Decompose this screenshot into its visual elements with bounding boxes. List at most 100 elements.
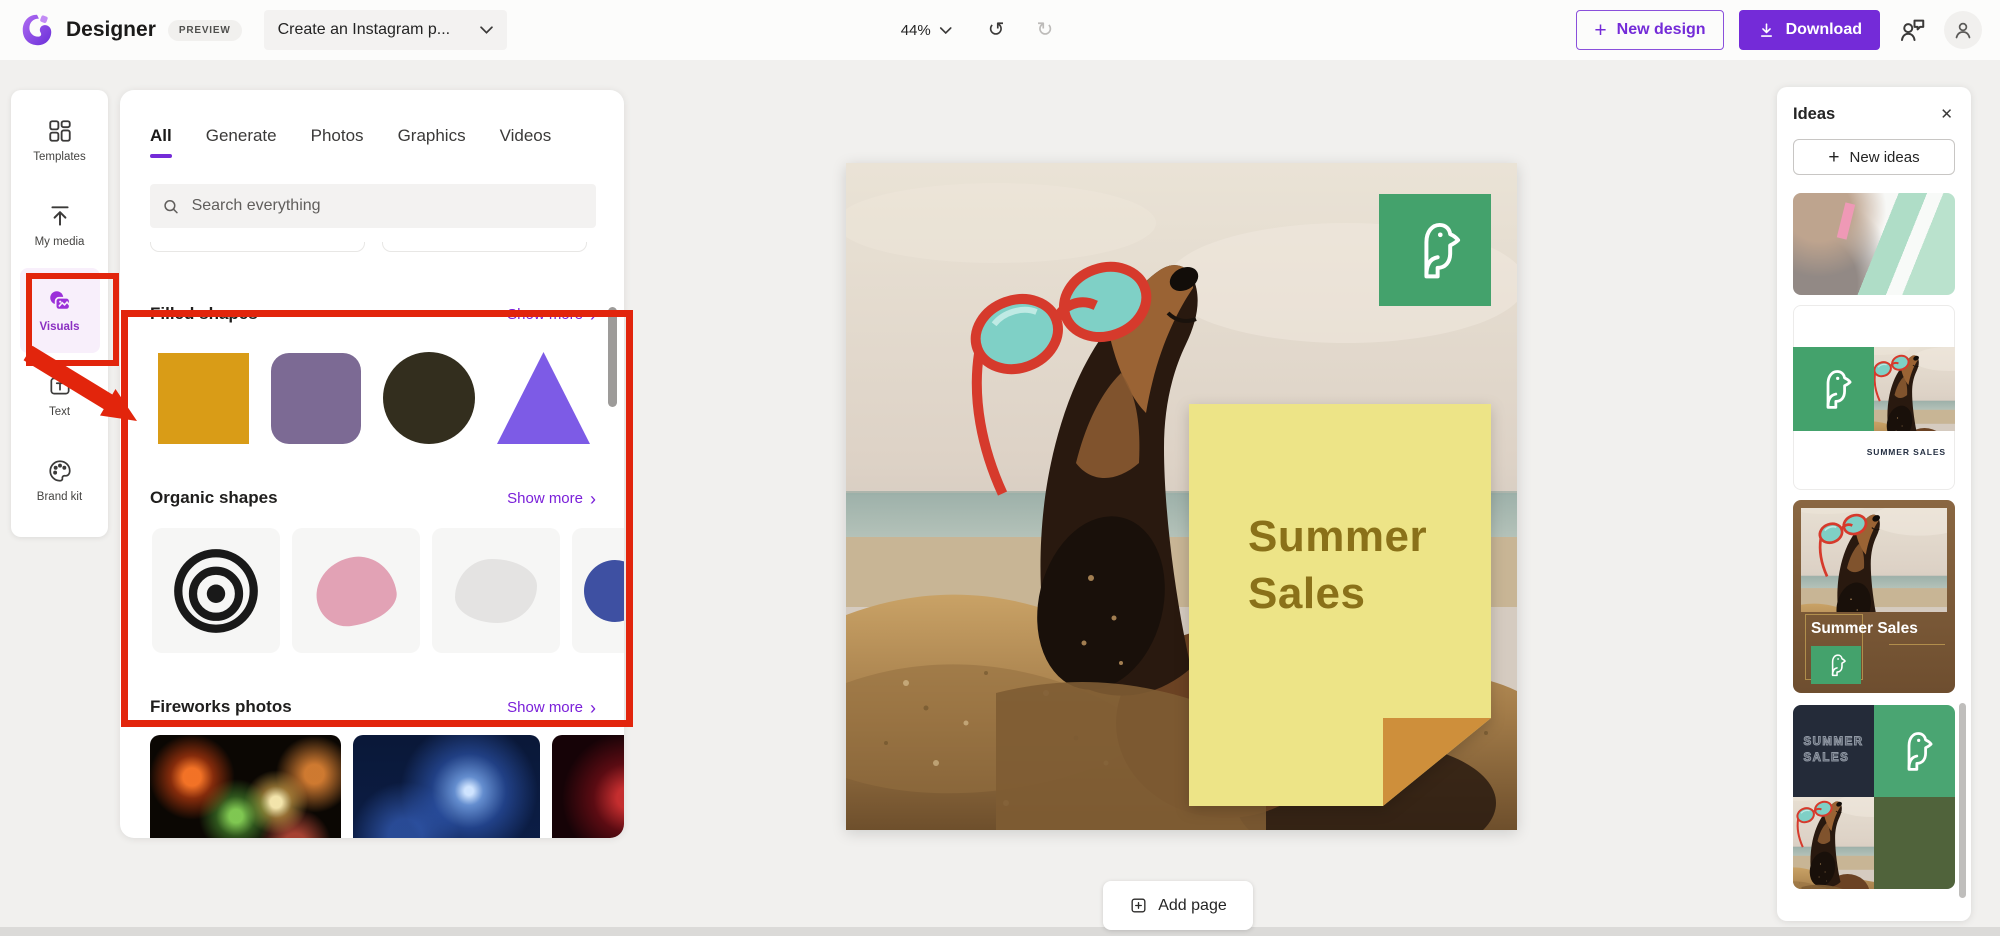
pink-stripe <box>1837 202 1855 239</box>
close-button[interactable]: ✕ <box>1938 103 1955 125</box>
note-line-2: Sales <box>1248 565 1427 622</box>
concentric-circles-shape <box>170 545 262 637</box>
templates-icon <box>47 118 73 144</box>
add-page-button[interactable]: Add page <box>1103 881 1253 930</box>
show-more-fireworks[interactable]: Show more › <box>507 699 596 717</box>
search-input[interactable] <box>190 196 584 216</box>
sidebar-item-brand-kit[interactable]: Brand kit <box>20 438 100 523</box>
tab-generate[interactable]: Generate <box>206 126 277 158</box>
organic-shape-pink-blob[interactable] <box>292 528 420 653</box>
close-icon: ✕ <box>1940 106 1953 123</box>
sidebar-item-label: Visuals <box>39 321 79 333</box>
organic-shapes-row <box>152 528 624 653</box>
idea2-caption: SUMMER SALES <box>1793 447 1955 457</box>
show-more-label: Show more <box>507 306 583 323</box>
idea-thumbnail-3[interactable]: Summer Sales <box>1793 500 1955 693</box>
undo-icon: ↺ <box>988 19 1005 41</box>
idea4-dog-photo-quad <box>1793 797 1874 889</box>
fireworks-row <box>150 735 624 838</box>
gold-rule-line <box>1889 644 1945 645</box>
zoom-dropdown[interactable]: 44% <box>895 21 958 40</box>
idea4-caption: SUMMER SALES <box>1803 735 1863 766</box>
section-title: Filled shapes <box>150 304 258 324</box>
tab-all[interactable]: All <box>150 126 172 158</box>
undo-button[interactable]: ↺ <box>986 18 1007 42</box>
idea3-logo-chip <box>1811 646 1861 684</box>
note-line-1: Summer <box>1248 508 1427 565</box>
person-icon <box>1951 18 1975 42</box>
sticky-note-fold <box>1383 718 1491 806</box>
sidebar-item-visuals[interactable]: Visuals <box>20 268 100 353</box>
download-icon <box>1757 21 1776 40</box>
fireworks-photo-2[interactable] <box>353 735 540 838</box>
pink-blob-shape <box>312 551 401 629</box>
redo-button[interactable]: ↻ <box>1035 18 1056 42</box>
fireworks-photo-1[interactable] <box>150 735 341 838</box>
share-contacts-icon <box>1897 15 1927 45</box>
section-header-organic-shapes: Organic shapes Show more › <box>150 488 596 508</box>
bird-logo-icon <box>1823 652 1849 678</box>
idea4-caption-line2: SALES <box>1803 751 1863 767</box>
idea-thumbnail-2[interactable]: SUMMER SALES <box>1793 305 1955 490</box>
section-header-filled-shapes: Filled shapes Show more › <box>150 304 596 324</box>
app-title: Designer <box>66 18 156 42</box>
ideas-header: Ideas ✕ <box>1793 103 1955 125</box>
redo-icon: ↻ <box>1037 19 1054 41</box>
idea2-band <box>1793 347 1955 431</box>
sidebar-item-text[interactable]: Text <box>20 353 100 438</box>
tab-graphics[interactable]: Graphics <box>398 126 466 158</box>
bird-logo-icon <box>1811 366 1857 412</box>
section-header-fireworks: Fireworks photos Show more › <box>150 697 596 717</box>
new-ideas-button[interactable]: + New ideas <box>1793 139 1955 175</box>
fireworks-photo-3[interactable] <box>552 735 624 838</box>
organic-shape-blue-partial[interactable] <box>572 528 624 653</box>
idea3-caption: Summer Sales <box>1811 620 1918 638</box>
left-rail: Templates My media Visuals Text Brand ki… <box>11 90 108 537</box>
ideas-title: Ideas <box>1793 105 1835 124</box>
chevron-down-icon <box>940 27 952 34</box>
show-more-label: Show more <box>507 490 583 507</box>
section-title: Fireworks photos <box>150 697 292 717</box>
ideas-scrollbar[interactable] <box>1959 703 1966 898</box>
scrolled-card-remnants <box>150 242 624 252</box>
bird-logo-icon <box>1892 728 1938 774</box>
shape-purple-triangle[interactable] <box>497 352 590 444</box>
shape-dark-circle[interactable] <box>383 352 475 444</box>
sidebar-item-my-media[interactable]: My media <box>20 183 100 268</box>
sidebar-item-label: Brand kit <box>37 491 82 503</box>
new-design-button[interactable]: + New design <box>1576 10 1723 50</box>
tab-photos[interactable]: Photos <box>311 126 364 158</box>
topbar-center-group: 44% ↺ ↻ <box>895 0 1056 60</box>
tab-videos[interactable]: Videos <box>500 126 552 158</box>
chevron-down-icon <box>480 26 493 34</box>
design-title-label: Create an Instagram p... <box>278 21 451 39</box>
show-more-label: Show more <box>507 699 583 716</box>
brand-logo-block[interactable] <box>1379 194 1491 306</box>
organic-shape-gray-blob[interactable] <box>432 528 560 653</box>
show-more-organic-shapes[interactable]: Show more › <box>507 490 596 508</box>
idea4-logo-quad <box>1874 705 1955 797</box>
filled-shapes-row <box>158 352 624 444</box>
upload-icon <box>47 203 73 229</box>
shape-purple-rounded-square[interactable] <box>271 353 361 444</box>
sticky-note[interactable]: Summer Sales <box>1189 404 1491 806</box>
design-title-dropdown[interactable]: Create an Instagram p... <box>264 10 508 50</box>
plus-icon: + <box>1594 20 1606 41</box>
sidebar-item-templates[interactable]: Templates <box>20 98 100 183</box>
sidebar-item-label: My media <box>35 236 85 248</box>
design-canvas[interactable]: Summer Sales <box>846 163 1517 830</box>
panel-scrollbar[interactable] <box>608 307 617 407</box>
organic-shape-target[interactable] <box>152 528 280 653</box>
share-contacts-button[interactable] <box>1895 13 1929 47</box>
idea2-dog-photo <box>1874 347 1955 431</box>
show-more-filled-shapes[interactable]: Show more › <box>507 306 596 324</box>
account-avatar[interactable] <box>1944 11 1982 49</box>
search-box[interactable] <box>150 184 596 228</box>
sidebar-item-label: Templates <box>33 151 85 163</box>
idea-thumbnail-4[interactable]: SUMMER SALES <box>1793 705 1955 889</box>
download-button[interactable]: Download <box>1739 10 1880 50</box>
idea-thumbnail-1[interactable] <box>1793 193 1955 295</box>
shape-orange-square[interactable] <box>158 353 249 444</box>
chevron-right-icon: › <box>590 699 596 717</box>
gray-blob-shape <box>455 559 537 623</box>
